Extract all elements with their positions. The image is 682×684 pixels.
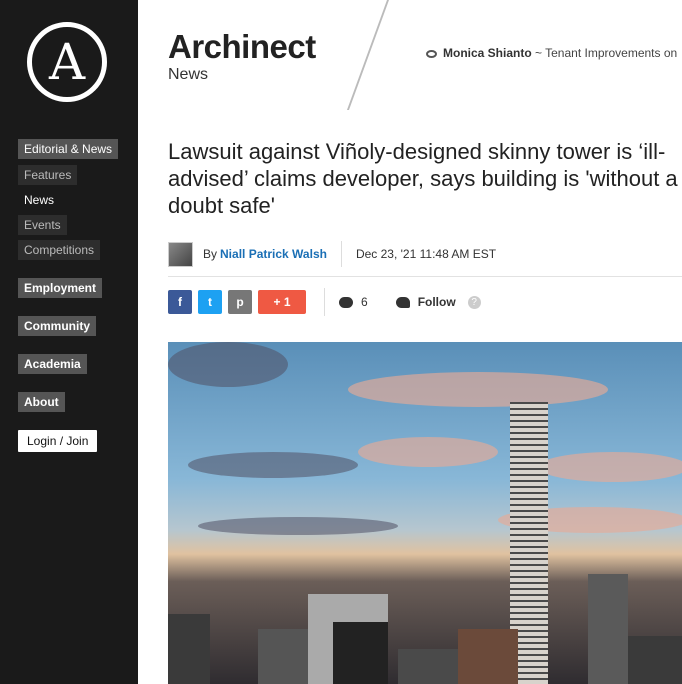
cloud (198, 517, 398, 535)
by-label: By (203, 247, 218, 261)
nav-academia[interactable]: Academia (18, 354, 87, 374)
print-icon[interactable]: p (228, 290, 252, 314)
building (168, 614, 210, 684)
comment-count: 6 (361, 295, 368, 309)
cloud (188, 452, 358, 478)
building (258, 629, 308, 684)
cloud (168, 342, 288, 387)
follow-button[interactable]: Follow (395, 295, 456, 309)
ticker[interactable]: Monica Shianto ~ Tenant Improvements on (426, 46, 677, 60)
cloud (358, 437, 498, 467)
building (588, 574, 628, 684)
facebook-icon[interactable]: f (168, 290, 192, 314)
section-title[interactable]: News (168, 66, 208, 84)
follow-label: Follow (417, 295, 456, 309)
nav-about[interactable]: About (18, 392, 65, 412)
brand-title[interactable]: Archinect (168, 28, 316, 66)
sidebar: A Editorial & News Features News Events … (0, 0, 138, 684)
article-date: Dec 23, '21 11:48 AM EST (355, 247, 497, 261)
login-join-button[interactable]: Login / Join (18, 430, 98, 452)
nav-news[interactable]: News (18, 190, 61, 210)
comments-button[interactable]: 6 (339, 295, 368, 309)
share-divider (324, 288, 325, 316)
nav-events[interactable]: Events (18, 215, 67, 235)
twitter-icon[interactable]: t (198, 290, 222, 314)
ticker-name[interactable]: Monica Shianto (443, 46, 532, 60)
follow-icon (395, 296, 410, 308)
help-icon[interactable]: ? (467, 295, 481, 309)
article-hero-image[interactable] (168, 342, 682, 684)
comment-icon (339, 296, 353, 308)
building (628, 636, 682, 684)
header-divider (346, 0, 389, 110)
nav-features[interactable]: Features (18, 165, 78, 185)
share-bar: f t p + 1 6 Follow ? (168, 288, 481, 316)
author-link[interactable]: Niall Patrick Walsh (220, 247, 327, 261)
building (458, 629, 518, 684)
ticker-text[interactable]: ~ Tenant Improvements on (532, 46, 677, 60)
byline-divider (340, 241, 342, 267)
logo-letter: A (48, 33, 86, 91)
plus-one-button[interactable]: + 1 (258, 290, 306, 314)
cloud (348, 372, 608, 407)
eye-icon (426, 49, 437, 58)
article-headline: Lawsuit against Viñoly-designed skinny t… (168, 139, 678, 218)
building (333, 622, 388, 684)
cloud (538, 452, 682, 482)
archinect-logo[interactable]: A (27, 22, 107, 102)
nav-community[interactable]: Community (18, 316, 96, 336)
nav-editorial-news[interactable]: Editorial & News (18, 139, 119, 159)
nav-competitions[interactable]: Competitions (18, 240, 101, 260)
author-avatar[interactable] (168, 241, 193, 267)
byline-rule (168, 276, 682, 277)
building (398, 649, 458, 684)
nav-employment[interactable]: Employment (18, 278, 103, 298)
byline: By Niall Patrick Walsh Dec 23, '21 11:48… (168, 241, 496, 267)
